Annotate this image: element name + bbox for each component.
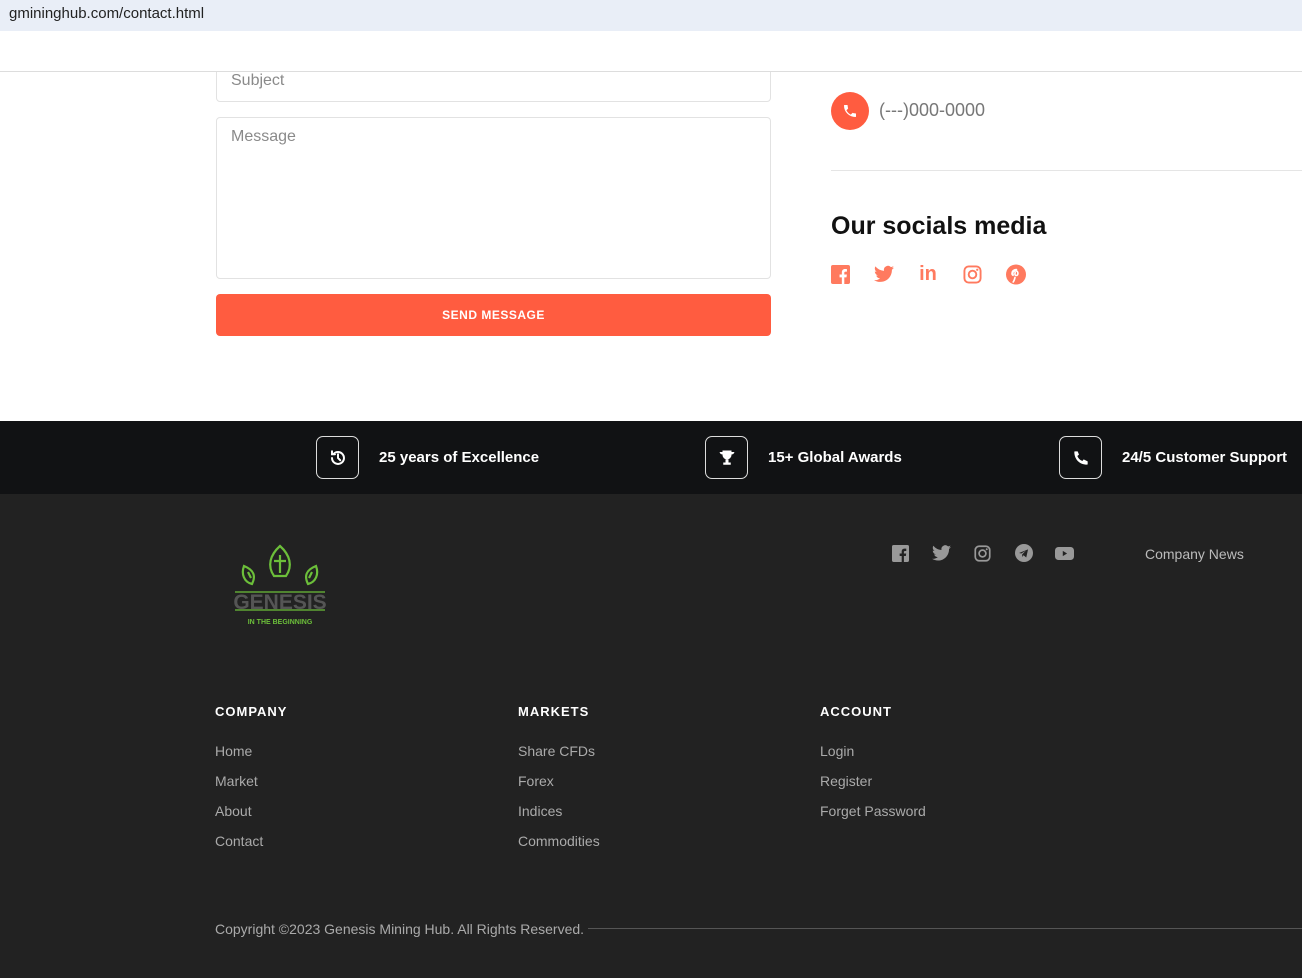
copyright: Copyright ©2023 Genesis Mining Hub. All … xyxy=(215,921,585,937)
telegram-icon[interactable] xyxy=(1014,544,1033,562)
feature-item: 15+ Global Awards xyxy=(705,436,902,479)
genesis-logo[interactable]: GENESIS IN THE BEGINNING xyxy=(232,544,328,628)
linkedin-icon[interactable]: in xyxy=(918,263,938,285)
phone-icon xyxy=(1059,436,1102,479)
social-links: in xyxy=(830,263,1026,285)
column-title: ACCOUNT xyxy=(820,704,892,719)
footer-column-company: COMPANY Home Market About Contact xyxy=(215,704,287,863)
company-news-link[interactable]: Company News xyxy=(1145,546,1244,562)
column-title: COMPANY xyxy=(215,704,288,719)
socials-title: Our socials media xyxy=(831,212,1047,240)
footer-link-commodities[interactable]: Commodities xyxy=(518,833,600,849)
address-bar[interactable]: gmininghub.com/contact.html xyxy=(0,0,1302,31)
twitter-icon[interactable] xyxy=(874,264,894,284)
divider xyxy=(588,928,1302,929)
site-header xyxy=(0,31,1302,72)
feature-item: 25 years of Excellence xyxy=(316,436,539,479)
svg-text:GENESIS: GENESIS xyxy=(233,591,326,614)
feature-label: 15+ Global Awards xyxy=(768,449,902,466)
instagram-icon[interactable] xyxy=(973,544,992,562)
feature-item: 24/5 Customer Support xyxy=(1059,436,1287,479)
column-title: MARKETS xyxy=(518,704,590,719)
phone-icon xyxy=(831,92,869,130)
instagram-icon[interactable] xyxy=(962,264,982,284)
message-textarea[interactable]: Message xyxy=(216,117,771,279)
twitter-icon[interactable] xyxy=(932,544,951,562)
footer-link-indices[interactable]: Indices xyxy=(518,803,600,819)
facebook-icon[interactable] xyxy=(891,544,910,562)
footer-link-register[interactable]: Register xyxy=(820,773,926,789)
facebook-icon[interactable] xyxy=(830,264,850,284)
send-message-button[interactable]: SEND MESSAGE xyxy=(216,294,771,336)
footer-link-contact[interactable]: Contact xyxy=(215,833,287,849)
features-strip: 25 years of Excellence 15+ Global Awards… xyxy=(0,421,1302,494)
footer-column-markets: MARKETS Share CFDs Forex Indices Commodities xyxy=(518,704,600,863)
footer-link-about[interactable]: About xyxy=(215,803,287,819)
footer-column-account: ACCOUNT Login Register Forget Password xyxy=(820,704,926,833)
trophy-icon xyxy=(705,436,748,479)
feature-label: 24/5 Customer Support xyxy=(1122,449,1288,466)
pinterest-icon[interactable] xyxy=(1006,264,1026,284)
footer-link-market[interactable]: Market xyxy=(215,773,287,789)
youtube-icon[interactable] xyxy=(1055,544,1074,562)
footer-link-forex[interactable]: Forex xyxy=(518,773,600,789)
footer: GENESIS IN THE BEGINNING Company News CO… xyxy=(0,494,1302,978)
footer-link-share-cfds[interactable]: Share CFDs xyxy=(518,743,600,759)
feature-label: 25 years of Excellence xyxy=(379,449,540,466)
footer-social-links xyxy=(891,544,1074,562)
history-icon xyxy=(316,436,359,479)
footer-link-home[interactable]: Home xyxy=(215,743,287,759)
svg-text:IN THE BEGINNING: IN THE BEGINNING xyxy=(248,619,313,626)
footer-link-login[interactable]: Login xyxy=(820,743,926,759)
url-text: gmininghub.com/contact.html xyxy=(9,5,205,22)
divider xyxy=(831,170,1302,171)
footer-link-forget-password[interactable]: Forget Password xyxy=(820,803,926,819)
phone-number: (---)000-0000 xyxy=(879,100,986,120)
